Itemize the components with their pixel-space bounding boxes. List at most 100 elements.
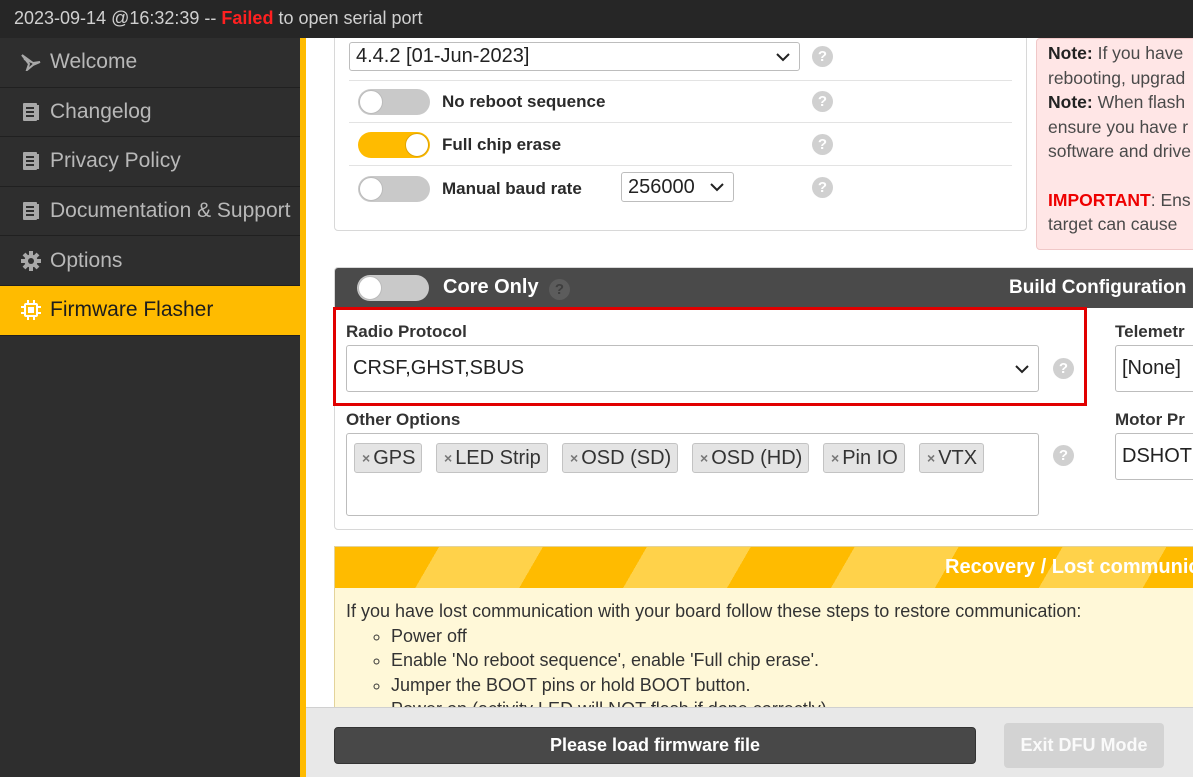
remove-icon[interactable]: × [362,450,370,466]
manual-baud-toggle[interactable] [358,176,430,202]
divider [349,122,1012,123]
sidebar: Welcome Changelog Privacy Policy Documen… [0,38,300,777]
tag-label: VTX [938,446,978,469]
build-configuration-title: Build Configuration [1009,277,1187,298]
motor-protocol-value: DSHOT [1122,445,1192,467]
help-icon[interactable]: ? [812,91,833,112]
sidebar-item-label: Documentation & Support [50,199,291,223]
note-text: software and drive [1048,141,1191,161]
tag-label: OSD (SD) [581,446,672,469]
flash-options-panel: 4.4.2 [01-Jun-2023] ? No reboot sequence… [334,38,1027,231]
document-icon [20,200,42,222]
sidebar-item-options[interactable]: Options [0,236,300,286]
note-text: rebooting, upgrad [1048,67,1186,88]
status-failed: Failed [221,8,274,28]
load-firmware-button[interactable]: Please load firmware file [334,727,976,764]
bottom-toolbar: Please load firmware file Exit DFU Mode [306,707,1193,777]
recovery-panel: Recovery / Lost communic If you have los… [334,546,1193,707]
status-bar: 2023-09-14 @16:32:39 -- Failed to open s… [0,0,1193,38]
remove-icon[interactable]: × [570,450,578,466]
status-message: to open serial port [278,8,423,28]
note-text: target can cause [1048,214,1178,234]
status-timestamp: 2023-09-14 @16:32:39 -- [14,8,217,28]
list-item: Jumper the BOOT pins or hold BOOT button… [391,673,1081,698]
exit-dfu-button[interactable]: Exit DFU Mode [1004,723,1164,768]
wing-icon [20,51,42,73]
divider [349,80,1012,81]
list-item: Power off [391,624,1081,649]
tag-label: LED Strip [455,446,541,469]
list-item: Enable 'No reboot sequence', enable 'Ful… [391,648,1081,673]
tag-label: OSD (HD) [711,446,803,469]
document-icon [20,101,42,123]
sidebar-item-welcome[interactable]: Welcome [0,38,300,88]
option-tag-osd-hd[interactable]: × OSD (HD) [692,443,810,473]
recovery-intro: If you have lost communication with your… [346,601,1082,621]
note-text: If you have [1097,43,1184,63]
remove-icon[interactable]: × [831,450,839,466]
chip-icon [20,299,42,321]
document-icon [20,150,42,172]
note-text: When flash [1097,92,1186,112]
telemetry-select[interactable]: [None] [1115,345,1193,392]
sidebar-item-firmware-flasher[interactable]: Firmware Flasher [0,285,300,336]
help-icon[interactable]: ? [812,134,833,155]
remove-icon[interactable]: × [444,450,452,466]
core-only-toggle[interactable] [357,275,429,301]
sidebar-item-privacy-policy[interactable]: Privacy Policy [0,137,300,187]
sidebar-item-documentation[interactable]: Documentation & Support [0,187,300,237]
note-text: : Ens [1150,189,1191,210]
sidebar-item-label: Changelog [50,99,152,123]
option-tag-pin-io[interactable]: × Pin IO [823,443,905,473]
list-item: Power on (activity LED will NOT flash if… [391,697,1081,707]
remove-icon[interactable]: × [700,450,708,466]
full-chip-erase-toggle[interactable] [358,132,430,158]
sidebar-item-changelog[interactable]: Changelog [0,88,300,138]
sidebar-item-label: Firmware Flasher [50,298,214,322]
sidebar-item-label: Privacy Policy [50,149,181,173]
help-icon[interactable]: ? [1053,445,1074,466]
firmware-version-value: 4.4.2 [01-Jun-2023] [356,45,530,67]
chevron-down-icon [776,52,790,61]
firmware-version-select[interactable]: 4.4.2 [01-Jun-2023] [349,42,800,71]
option-tag-gps[interactable]: × GPS [354,443,423,473]
baud-rate-select[interactable]: 256000 [621,172,734,202]
notes-panel: Note: If you have rebooting, upgrad Note… [1036,38,1193,250]
divider [349,165,1012,166]
option-tag-led-strip[interactable]: × LED Strip [436,443,548,473]
sidebar-item-label: Welcome [50,50,138,74]
recovery-body: If you have lost communication with your… [346,599,1081,707]
main-content: 4.4.2 [01-Jun-2023] ? No reboot sequence… [306,38,1193,707]
other-options-label: Other Options [346,410,461,429]
tag-label: Pin IO [842,446,898,469]
note-text: ensure you have r [1048,116,1189,137]
telemetry-value: [None] [1122,357,1181,379]
gear-icon [20,250,42,272]
baud-rate-value: 256000 [628,175,695,198]
no-reboot-label: No reboot sequence [442,92,606,111]
option-tag-osd-sd[interactable]: × OSD (SD) [562,443,679,473]
tag-label: GPS [373,446,416,469]
note-label: Note: [1048,43,1093,63]
help-icon[interactable]: ? [812,177,833,198]
full-chip-erase-label: Full chip erase [442,135,562,154]
option-tag-vtx[interactable]: × VTX [919,443,985,473]
note-label: Note: [1048,92,1093,112]
remove-icon[interactable]: × [927,450,935,466]
core-only-label: Core Only [443,276,539,298]
recovery-header: Recovery / Lost communic [335,547,1193,588]
recovery-steps: Power off Enable 'No reboot sequence', e… [346,624,1081,708]
help-icon[interactable]: ? [549,279,570,300]
recovery-title: Recovery / Lost communic [945,556,1193,578]
motor-protocol-select[interactable]: DSHOT [1115,433,1193,480]
motor-protocol-label: Motor Pr [1115,410,1185,429]
important-label: IMPORTANT [1048,189,1151,210]
manual-baud-label: Manual baud rate [442,179,582,198]
telemetry-label: Telemetr [1115,322,1185,341]
help-icon[interactable]: ? [812,46,833,67]
chevron-down-icon [710,183,724,192]
no-reboot-toggle[interactable] [358,89,430,115]
radio-protocol-highlight [333,307,1087,406]
build-header: Core Only ? Build Configuration [335,268,1193,308]
sidebar-item-label: Options [50,248,123,272]
